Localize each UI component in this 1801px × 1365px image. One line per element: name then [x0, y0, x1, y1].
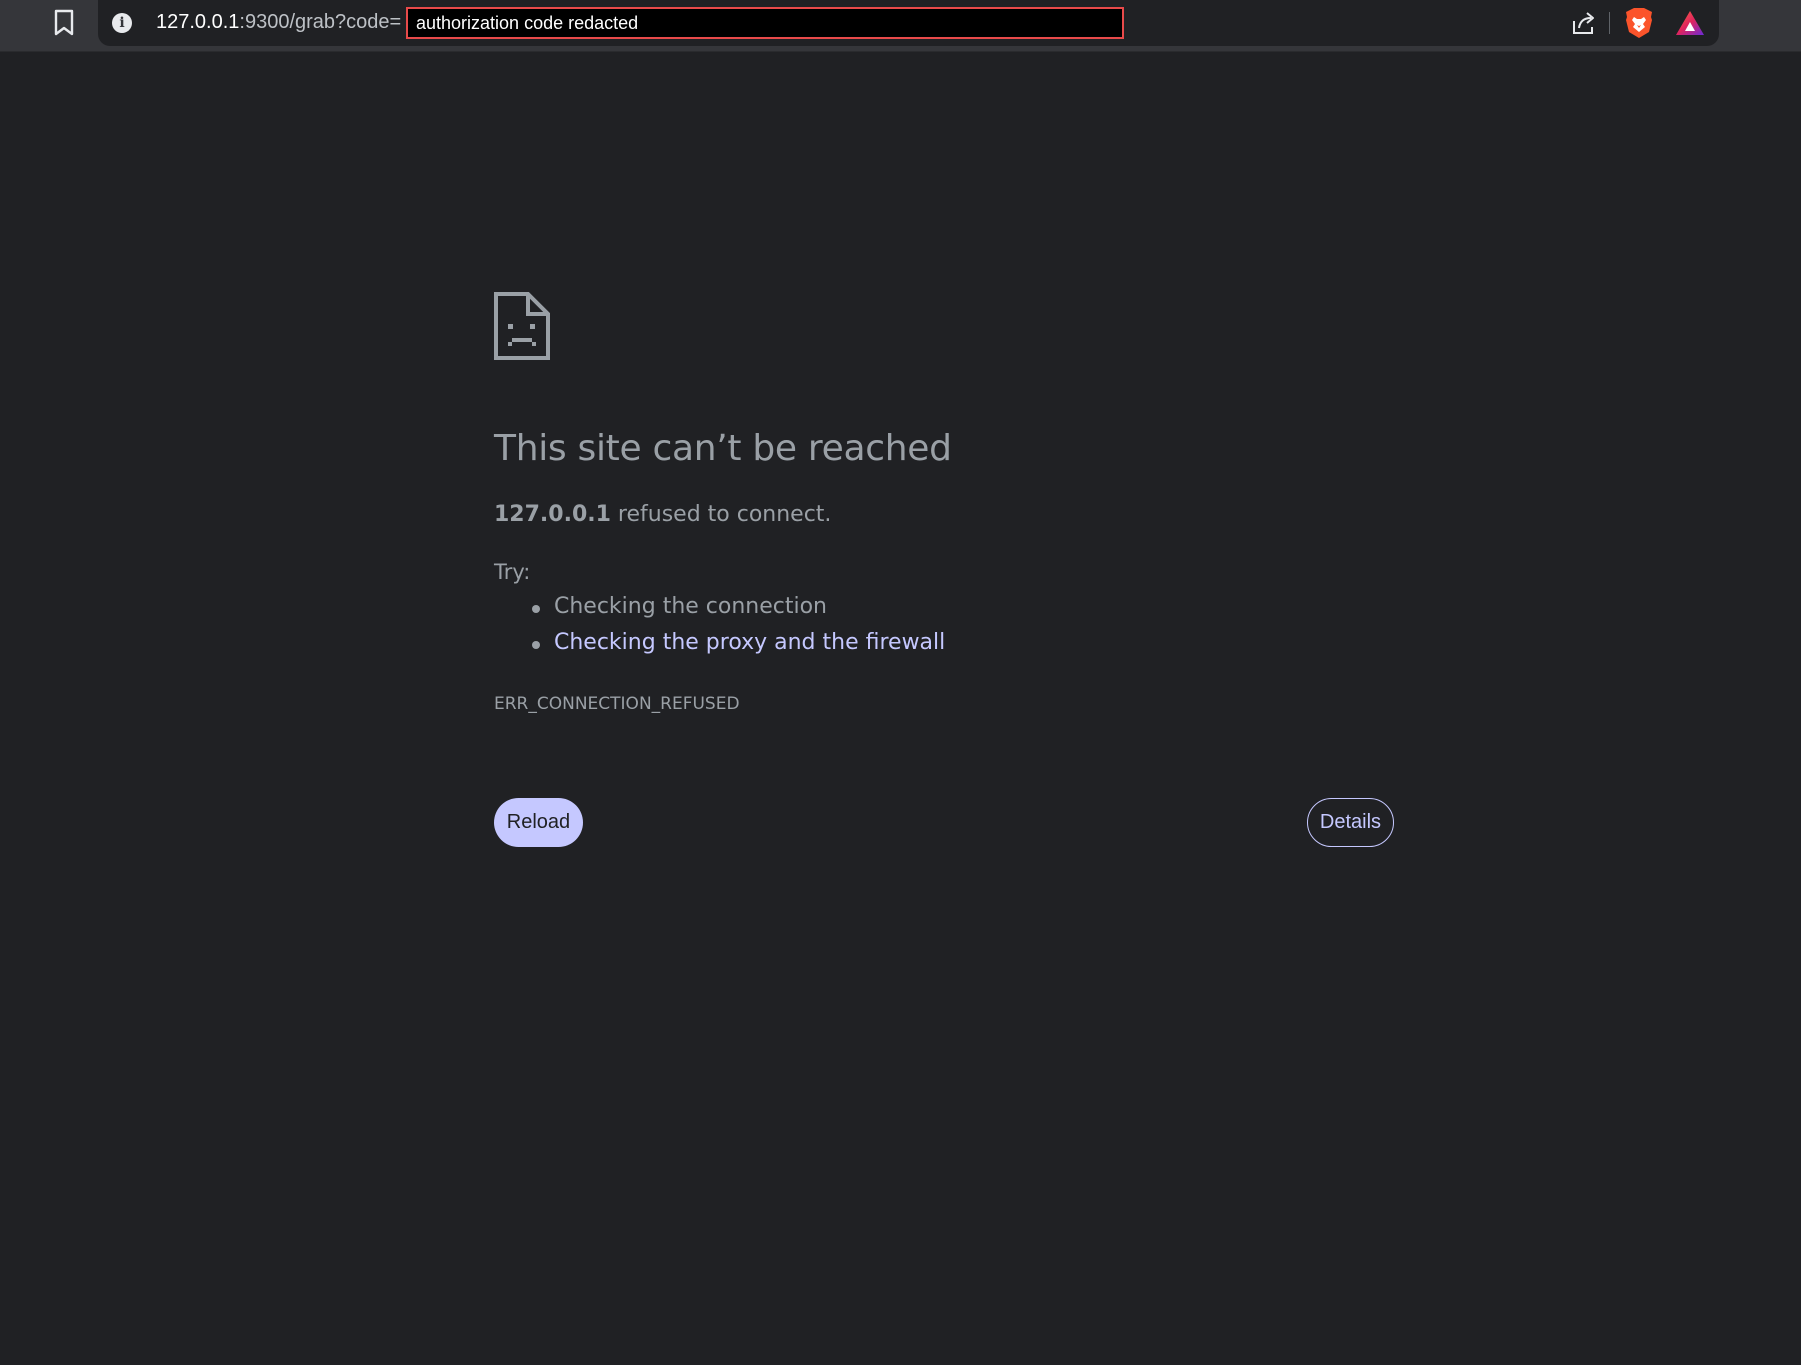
reload-button[interactable]: Reload	[494, 798, 583, 847]
browser-toolbar: i 127.0.0.1:9300/grab?code= authorizatio…	[0, 0, 1801, 52]
sad-page-icon	[494, 292, 550, 360]
bookmark-icon	[54, 9, 74, 36]
share-button[interactable]	[1570, 9, 1598, 37]
brave-shields-button[interactable]	[1624, 7, 1654, 39]
error-code: ERR_CONNECTION_REFUSED	[494, 694, 740, 714]
suggestion-link-proxy-firewall[interactable]: Checking the proxy and the firewall	[494, 630, 945, 666]
brave-rewards-button[interactable]	[1674, 9, 1706, 37]
error-summary: 127.0.0.1 refused to connect.	[494, 502, 831, 527]
info-icon[interactable]: i	[112, 13, 132, 33]
share-icon	[1573, 12, 1594, 34]
suggestion-item: Checking the connection	[494, 594, 945, 630]
bookmark-button[interactable]	[50, 8, 78, 38]
page-title: This site can’t be reached	[494, 428, 952, 469]
brave-shields-icon	[1626, 8, 1652, 38]
toolbar-separator	[1609, 12, 1610, 34]
redaction-overlay: authorization code redacted	[406, 7, 1124, 39]
url-text[interactable]: 127.0.0.1:9300/grab?code=	[156, 11, 401, 34]
url-host: 127.0.0.1	[156, 11, 240, 33]
suggestion-list: Checking the connection Checking the pro…	[494, 594, 945, 666]
try-label: Try:	[494, 560, 531, 584]
url-path: :9300/grab?code=	[239, 11, 402, 33]
brave-rewards-icon	[1676, 11, 1704, 35]
error-host: 127.0.0.1	[494, 502, 611, 527]
error-summary-text: refused to connect.	[610, 502, 832, 527]
details-button[interactable]: Details	[1307, 798, 1394, 847]
